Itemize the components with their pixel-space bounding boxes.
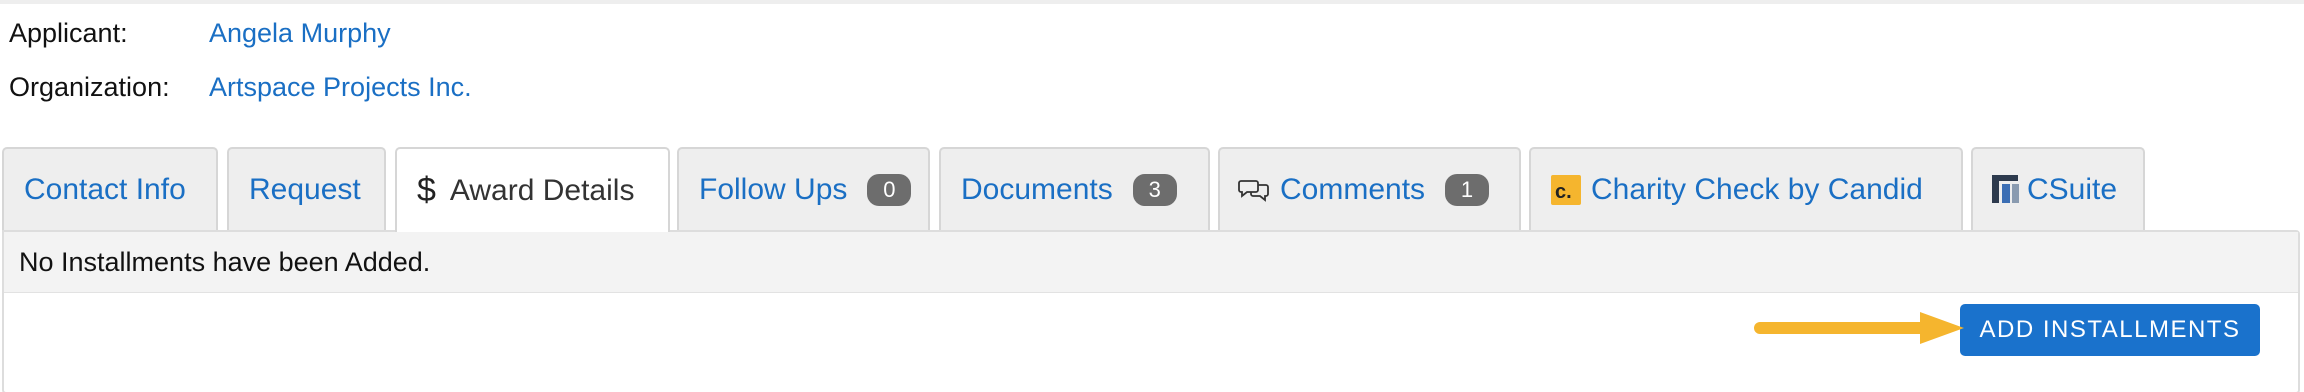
tab-follow-ups[interactable]: Follow Ups 0 [677, 147, 930, 230]
applicant-row: Applicant: Angela Murphy [9, 16, 391, 50]
tab-label: Award Details [449, 173, 635, 207]
applicant-link[interactable]: Angela Murphy [209, 18, 391, 48]
tab-label: Request [249, 172, 361, 206]
candid-logo-icon: c. [1551, 174, 1581, 205]
dollar-icon: $ [417, 171, 436, 209]
tab-contact-info[interactable]: Contact Info [2, 147, 218, 230]
no-installments-message: No Installments have been Added. [4, 232, 2298, 293]
follow-ups-count-badge: 0 [867, 173, 912, 206]
organization-label: Organization: [9, 72, 170, 102]
award-details-page: Applicant: Angela Murphy Organization: Art… [0, 0, 2304, 392]
tab-charity-check[interactable]: c. Charity Check by Candid [1529, 147, 1963, 230]
add-installments-button[interactable]: ADD INSTALLMENTS [1960, 304, 2260, 356]
organization-link[interactable]: Artspace Projects Inc. [209, 72, 472, 102]
tab-documents[interactable]: Documents 3 [939, 147, 1210, 230]
tab-comments[interactable]: Comments 1 [1218, 147, 1521, 230]
tab-label: Follow Ups [699, 172, 848, 206]
tab-label: Charity Check by Candid [1591, 172, 1923, 206]
comments-count-badge: 1 [1445, 173, 1490, 206]
documents-count-badge: 3 [1132, 173, 1177, 206]
applicant-label: Applicant: [9, 18, 128, 48]
tab-award-details[interactable]: $ Award Details [395, 147, 670, 232]
svg-text:c.: c. [1555, 181, 1572, 203]
tab-label: Documents [961, 172, 1113, 206]
tab-request[interactable]: Request [227, 147, 386, 230]
organization-row: Organization: Artspace Projects Inc. [9, 70, 472, 104]
tab-label: CSuite [2027, 172, 2118, 206]
tab-label: Comments [1280, 172, 1426, 206]
pointer-arrow-icon [1754, 312, 1964, 344]
comments-icon [1238, 177, 1270, 203]
csuite-logo-icon [1991, 174, 2023, 206]
tab-label: Contact Info [24, 172, 186, 206]
tab-csuite[interactable]: CSuite [1971, 147, 2145, 230]
